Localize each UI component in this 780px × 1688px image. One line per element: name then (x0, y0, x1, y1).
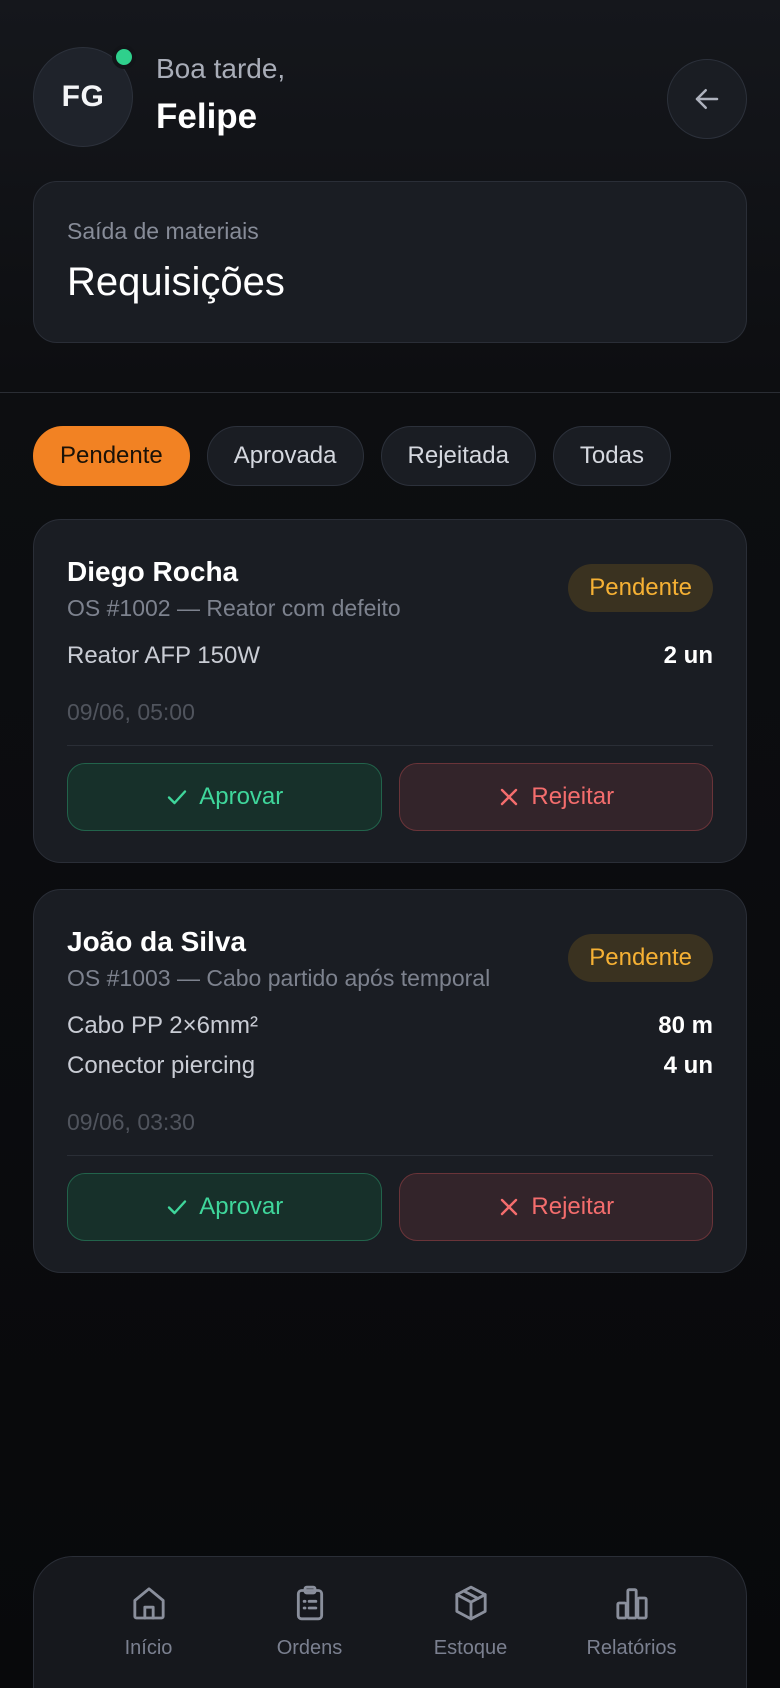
reject-label: Rejeitar (531, 1193, 615, 1220)
filter-aprovada[interactable]: Aprovada (206, 426, 364, 486)
nav-item-relatorios[interactable]: Relatórios (551, 1557, 712, 1688)
request-card: Diego Rocha OS #1002 — Reator com defeit… (33, 519, 747, 863)
order-description: OS #1002 — Reator com defeito (67, 595, 401, 621)
filter-rejeitada[interactable]: Rejeitada (380, 426, 536, 486)
request-date: 09/06, 05:00 (67, 699, 195, 725)
nav-item-inicio[interactable]: Início (68, 1557, 229, 1688)
page-title: Requisições (67, 260, 285, 304)
header: FG Boa tarde, Felipe (33, 45, 747, 147)
material-quantity: 4 un (663, 1052, 713, 1079)
box-icon (454, 1585, 487, 1621)
page-subtitle: Saída de materiais (67, 218, 259, 244)
greeting-text: Boa tarde, (156, 53, 286, 84)
bottom-navigation: Início Ordens Estoque Relatórios (33, 1556, 747, 1688)
status-badge: Pendente (568, 564, 713, 612)
clipboard-icon (296, 1585, 323, 1621)
nav-item-estoque[interactable]: Estoque (390, 1557, 551, 1688)
requester-name: Diego Rocha (67, 556, 239, 587)
reject-button[interactable]: Rejeitar (398, 763, 713, 831)
close-icon (501, 1198, 518, 1216)
request-actions: Aprovar Rejeitar (67, 1173, 713, 1241)
filter-todas[interactable]: Todas (552, 426, 671, 486)
material-quantity: 2 un (663, 642, 713, 669)
nav-item-ordens[interactable]: Ordens (229, 1557, 390, 1688)
check-icon (168, 790, 187, 805)
online-status-indicator (112, 45, 136, 69)
user-name: Felipe (156, 97, 258, 136)
approve-label: Aprovar (199, 1193, 284, 1220)
nav-label: Estoque (433, 1637, 508, 1659)
material-item: Conector piercing 4 un (67, 1049, 713, 1083)
requester-name: João da Silva (67, 926, 246, 957)
nav-label: Início (124, 1637, 173, 1659)
approve-label: Aprovar (199, 783, 284, 810)
card-divider (67, 1155, 713, 1156)
header-divider (0, 392, 780, 393)
request-actions: Aprovar Rejeitar (67, 763, 713, 831)
approve-button[interactable]: Aprovar (67, 763, 382, 831)
check-icon (168, 1200, 187, 1215)
material-name: Reator AFP 150W (67, 642, 260, 669)
material-name: Cabo PP 2×6mm² (67, 1012, 258, 1039)
material-name: Conector piercing (67, 1052, 256, 1079)
status-badge: Pendente (568, 934, 713, 982)
card-divider (67, 745, 713, 746)
filter-pendente[interactable]: Pendente (33, 426, 190, 486)
home-icon (132, 1587, 165, 1620)
nav-label: Ordens (276, 1637, 343, 1659)
reject-button[interactable]: Rejeitar (398, 1173, 713, 1241)
approve-button[interactable]: Aprovar (67, 1173, 382, 1241)
bar-chart-icon (615, 1588, 648, 1620)
nav-label: Relatórios (586, 1637, 677, 1659)
status-filter-tabs: Pendente Aprovada Rejeitada Todas (33, 426, 671, 486)
request-card: João da Silva OS #1003 — Cabo partido ap… (33, 889, 747, 1273)
close-icon (501, 788, 518, 806)
order-description: OS #1003 — Cabo partido após temporal (67, 965, 491, 991)
arrow-left-icon (695, 89, 719, 109)
request-date: 09/06, 03:30 (67, 1109, 195, 1135)
avatar-initials: FG (61, 80, 105, 113)
material-item: Reator AFP 150W 2 un (67, 639, 713, 673)
material-quantity: 80 m (658, 1012, 713, 1039)
reject-label: Rejeitar (531, 783, 615, 810)
material-item: Cabo PP 2×6mm² 80 m (67, 1009, 713, 1043)
back-button[interactable] (667, 59, 747, 139)
page-title-card: Saída de materiais Requisições (33, 181, 747, 343)
